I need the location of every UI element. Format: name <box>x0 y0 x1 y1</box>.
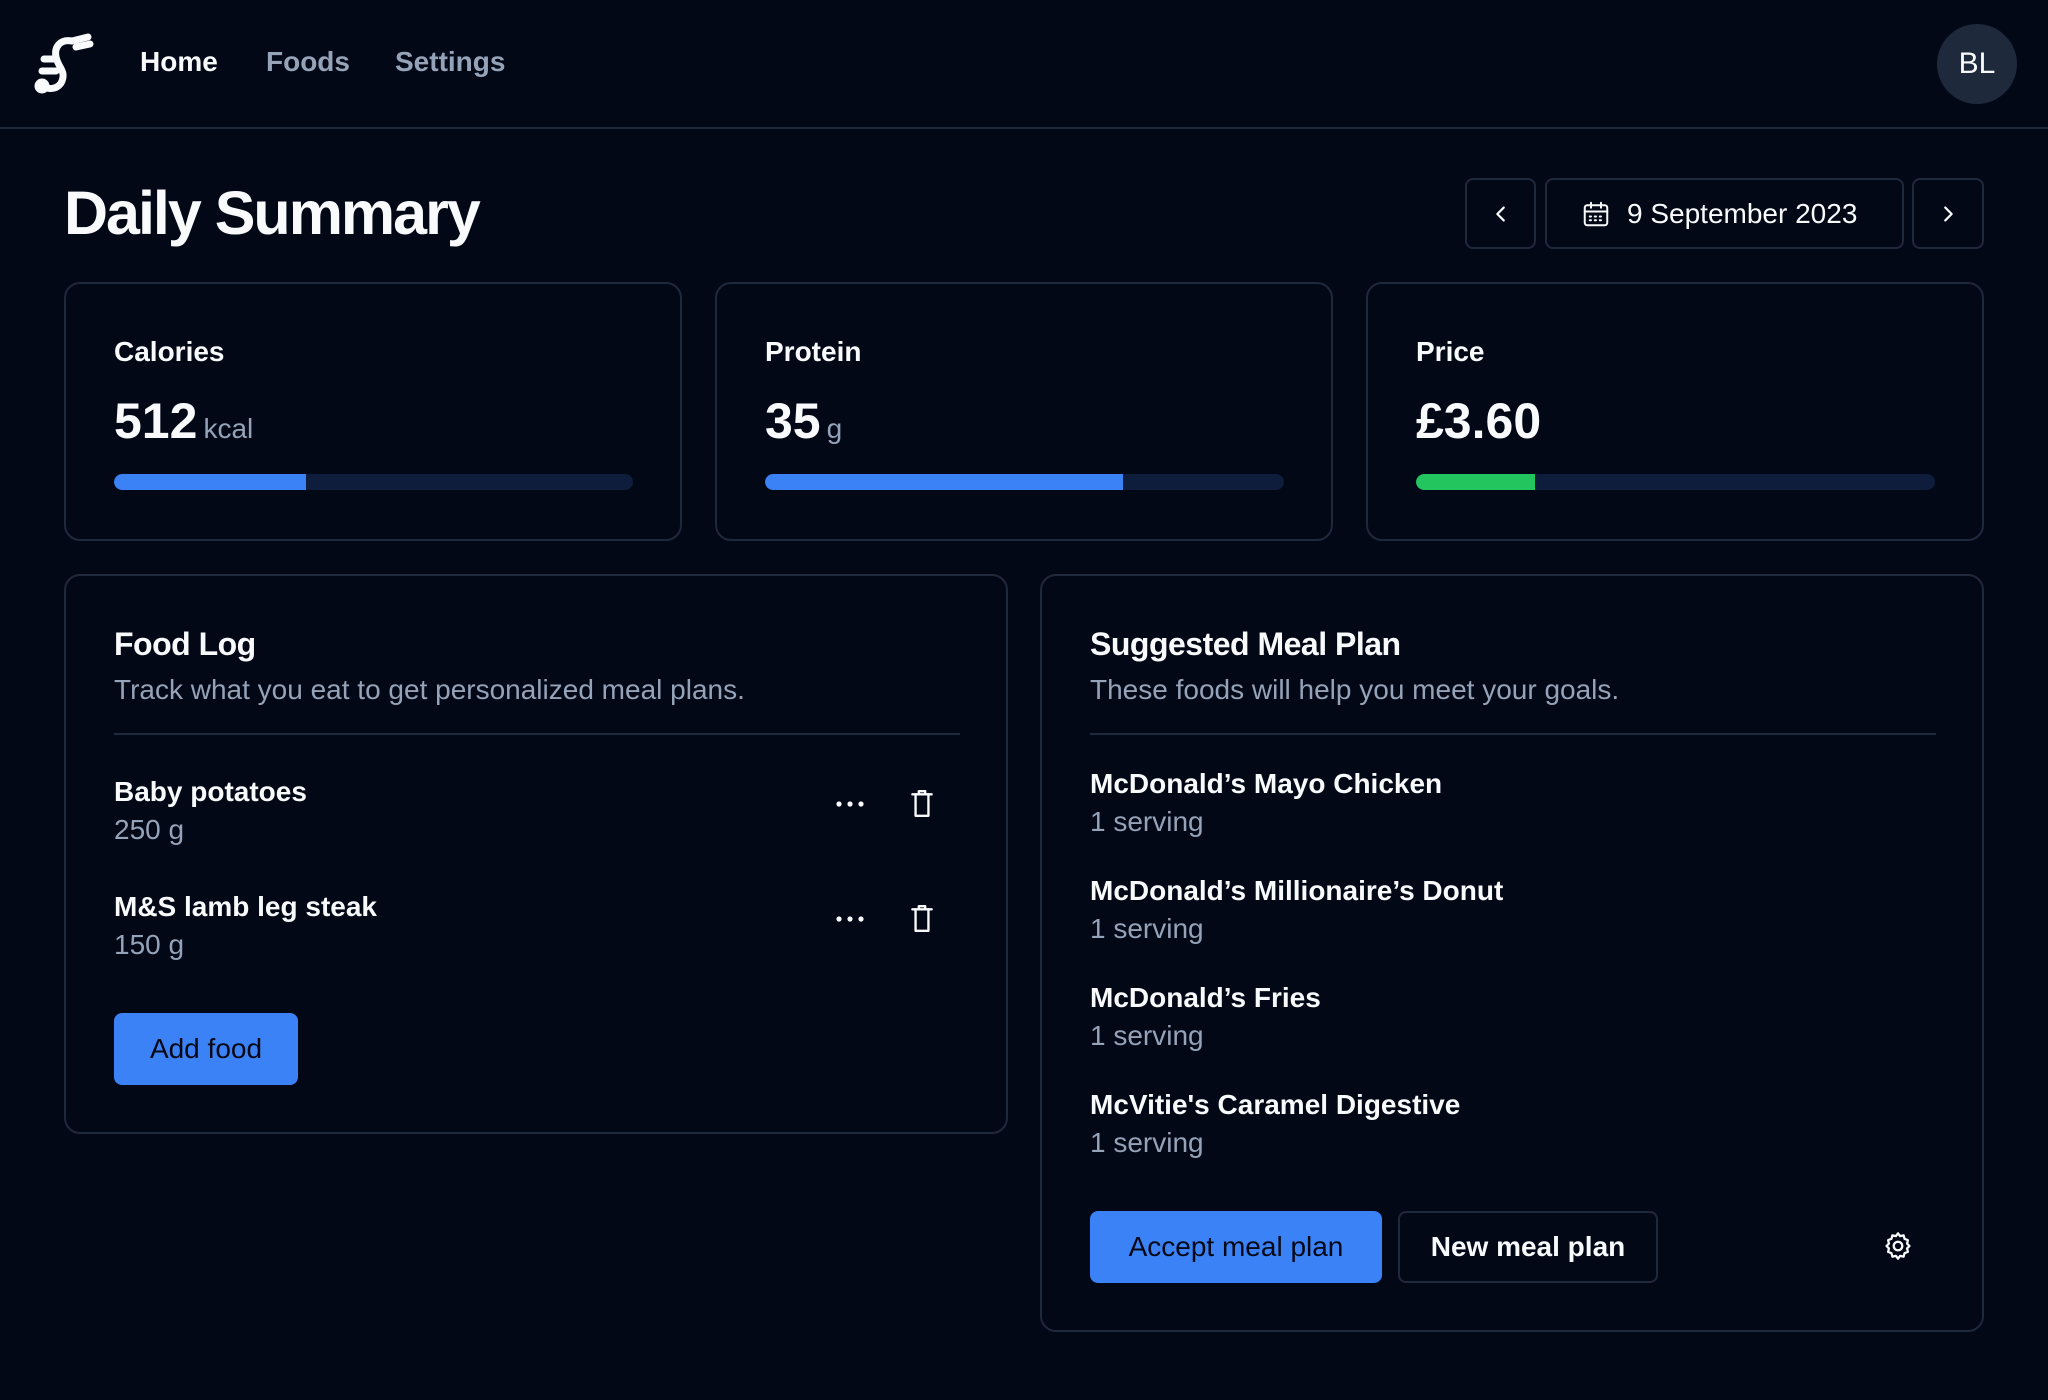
gear-icon <box>1885 1232 1911 1260</box>
app-logo-icon[interactable] <box>32 31 94 97</box>
more-options-button[interactable] <box>830 899 870 939</box>
meal-item-quantity: 1 serving <box>1090 806 1204 837</box>
delete-button[interactable] <box>902 784 942 824</box>
progress-fill <box>1416 474 1536 490</box>
meal-plan-title: Suggested Meal Plan <box>1090 626 1401 662</box>
meal-item-quantity: 1 serving <box>1090 1127 1204 1158</box>
nav-link-settings[interactable]: Settings <box>395 46 505 78</box>
delete-button[interactable] <box>902 899 942 939</box>
nav-link-foods[interactable]: Foods <box>266 46 350 78</box>
more-horizontal-icon <box>836 801 864 807</box>
stat-unit: g <box>826 413 843 444</box>
calories-card: Calories 512 kcal <box>64 282 682 541</box>
meal-item-quantity: 1 serving <box>1090 913 1204 944</box>
stat-value: £3.60 <box>1416 392 1541 450</box>
price-card: Price £3.60 <box>1366 282 1984 541</box>
new-meal-plan-button[interactable]: New meal plan <box>1398 1211 1658 1283</box>
stat-value: 35 g <box>765 392 842 450</box>
stat-value: 512 kcal <box>114 392 253 450</box>
food-log-card: Food Log Track what you eat to get perso… <box>64 574 1008 1134</box>
progress-bar <box>114 474 633 490</box>
calendar-icon <box>1583 201 1609 226</box>
divider <box>114 733 960 735</box>
meal-item-quantity: 1 serving <box>1090 1020 1204 1051</box>
trash-icon <box>911 904 933 932</box>
meal-plan-subtitle: These foods will help you meet your goal… <box>1090 674 1620 705</box>
stat-number: 512 <box>114 393 198 449</box>
progress-bar <box>1416 474 1935 490</box>
progress-fill <box>765 474 1124 490</box>
page-title: Daily Summary <box>64 179 481 247</box>
meal-plan-card: Suggested Meal Plan These foods will hel… <box>1040 574 1984 1332</box>
meal-item-name: McDonald’s Millionaire’s Donut <box>1090 875 1504 906</box>
trash-icon <box>911 789 933 817</box>
avatar-initials: BL <box>1958 47 1996 80</box>
chevron-left-icon <box>1495 205 1505 222</box>
stat-label: Price <box>1416 336 1485 367</box>
meal-item-name: McDonald’s Fries <box>1090 982 1321 1013</box>
food-log-title: Food Log <box>114 626 256 662</box>
divider <box>1090 733 1936 735</box>
add-food-button[interactable]: Add food <box>114 1013 298 1085</box>
progress-bar <box>765 474 1284 490</box>
food-log-subtitle: Track what you eat to get personalized m… <box>114 674 745 705</box>
stat-label: Calories <box>114 336 225 367</box>
nav-link-home[interactable]: Home <box>140 46 218 78</box>
stat-unit: kcal <box>203 413 254 444</box>
date-picker-button[interactable]: 9 September 2023 <box>1545 178 1904 249</box>
top-nav: Home Foods Settings BL <box>0 0 2048 129</box>
progress-fill <box>114 474 307 490</box>
date-label: 9 September 2023 <box>1627 197 1858 229</box>
more-horizontal-icon <box>836 916 864 922</box>
more-options-button[interactable] <box>830 784 870 824</box>
food-name: M&S lamb leg steak <box>114 891 377 922</box>
previous-day-button[interactable] <box>1465 178 1536 249</box>
meal-item-name: McVitie's Caramel Digestive <box>1090 1089 1461 1120</box>
protein-card: Protein 35 g <box>715 282 1333 541</box>
accept-meal-plan-button[interactable]: Accept meal plan <box>1090 1211 1382 1283</box>
food-name: Baby potatoes <box>114 776 307 807</box>
food-quantity: 250 g <box>114 814 185 845</box>
stat-number: 35 <box>765 393 821 449</box>
meal-plan-settings-button[interactable] <box>1878 1226 1918 1266</box>
stat-label: Protein <box>765 336 862 367</box>
food-quantity: 150 g <box>114 929 185 960</box>
stat-number: £3.60 <box>1416 393 1542 449</box>
next-day-button[interactable] <box>1912 178 1984 249</box>
avatar[interactable]: BL <box>1937 24 2017 104</box>
chevron-right-icon <box>1944 205 1953 222</box>
meal-item-name: McDonald’s Mayo Chicken <box>1090 768 1443 799</box>
